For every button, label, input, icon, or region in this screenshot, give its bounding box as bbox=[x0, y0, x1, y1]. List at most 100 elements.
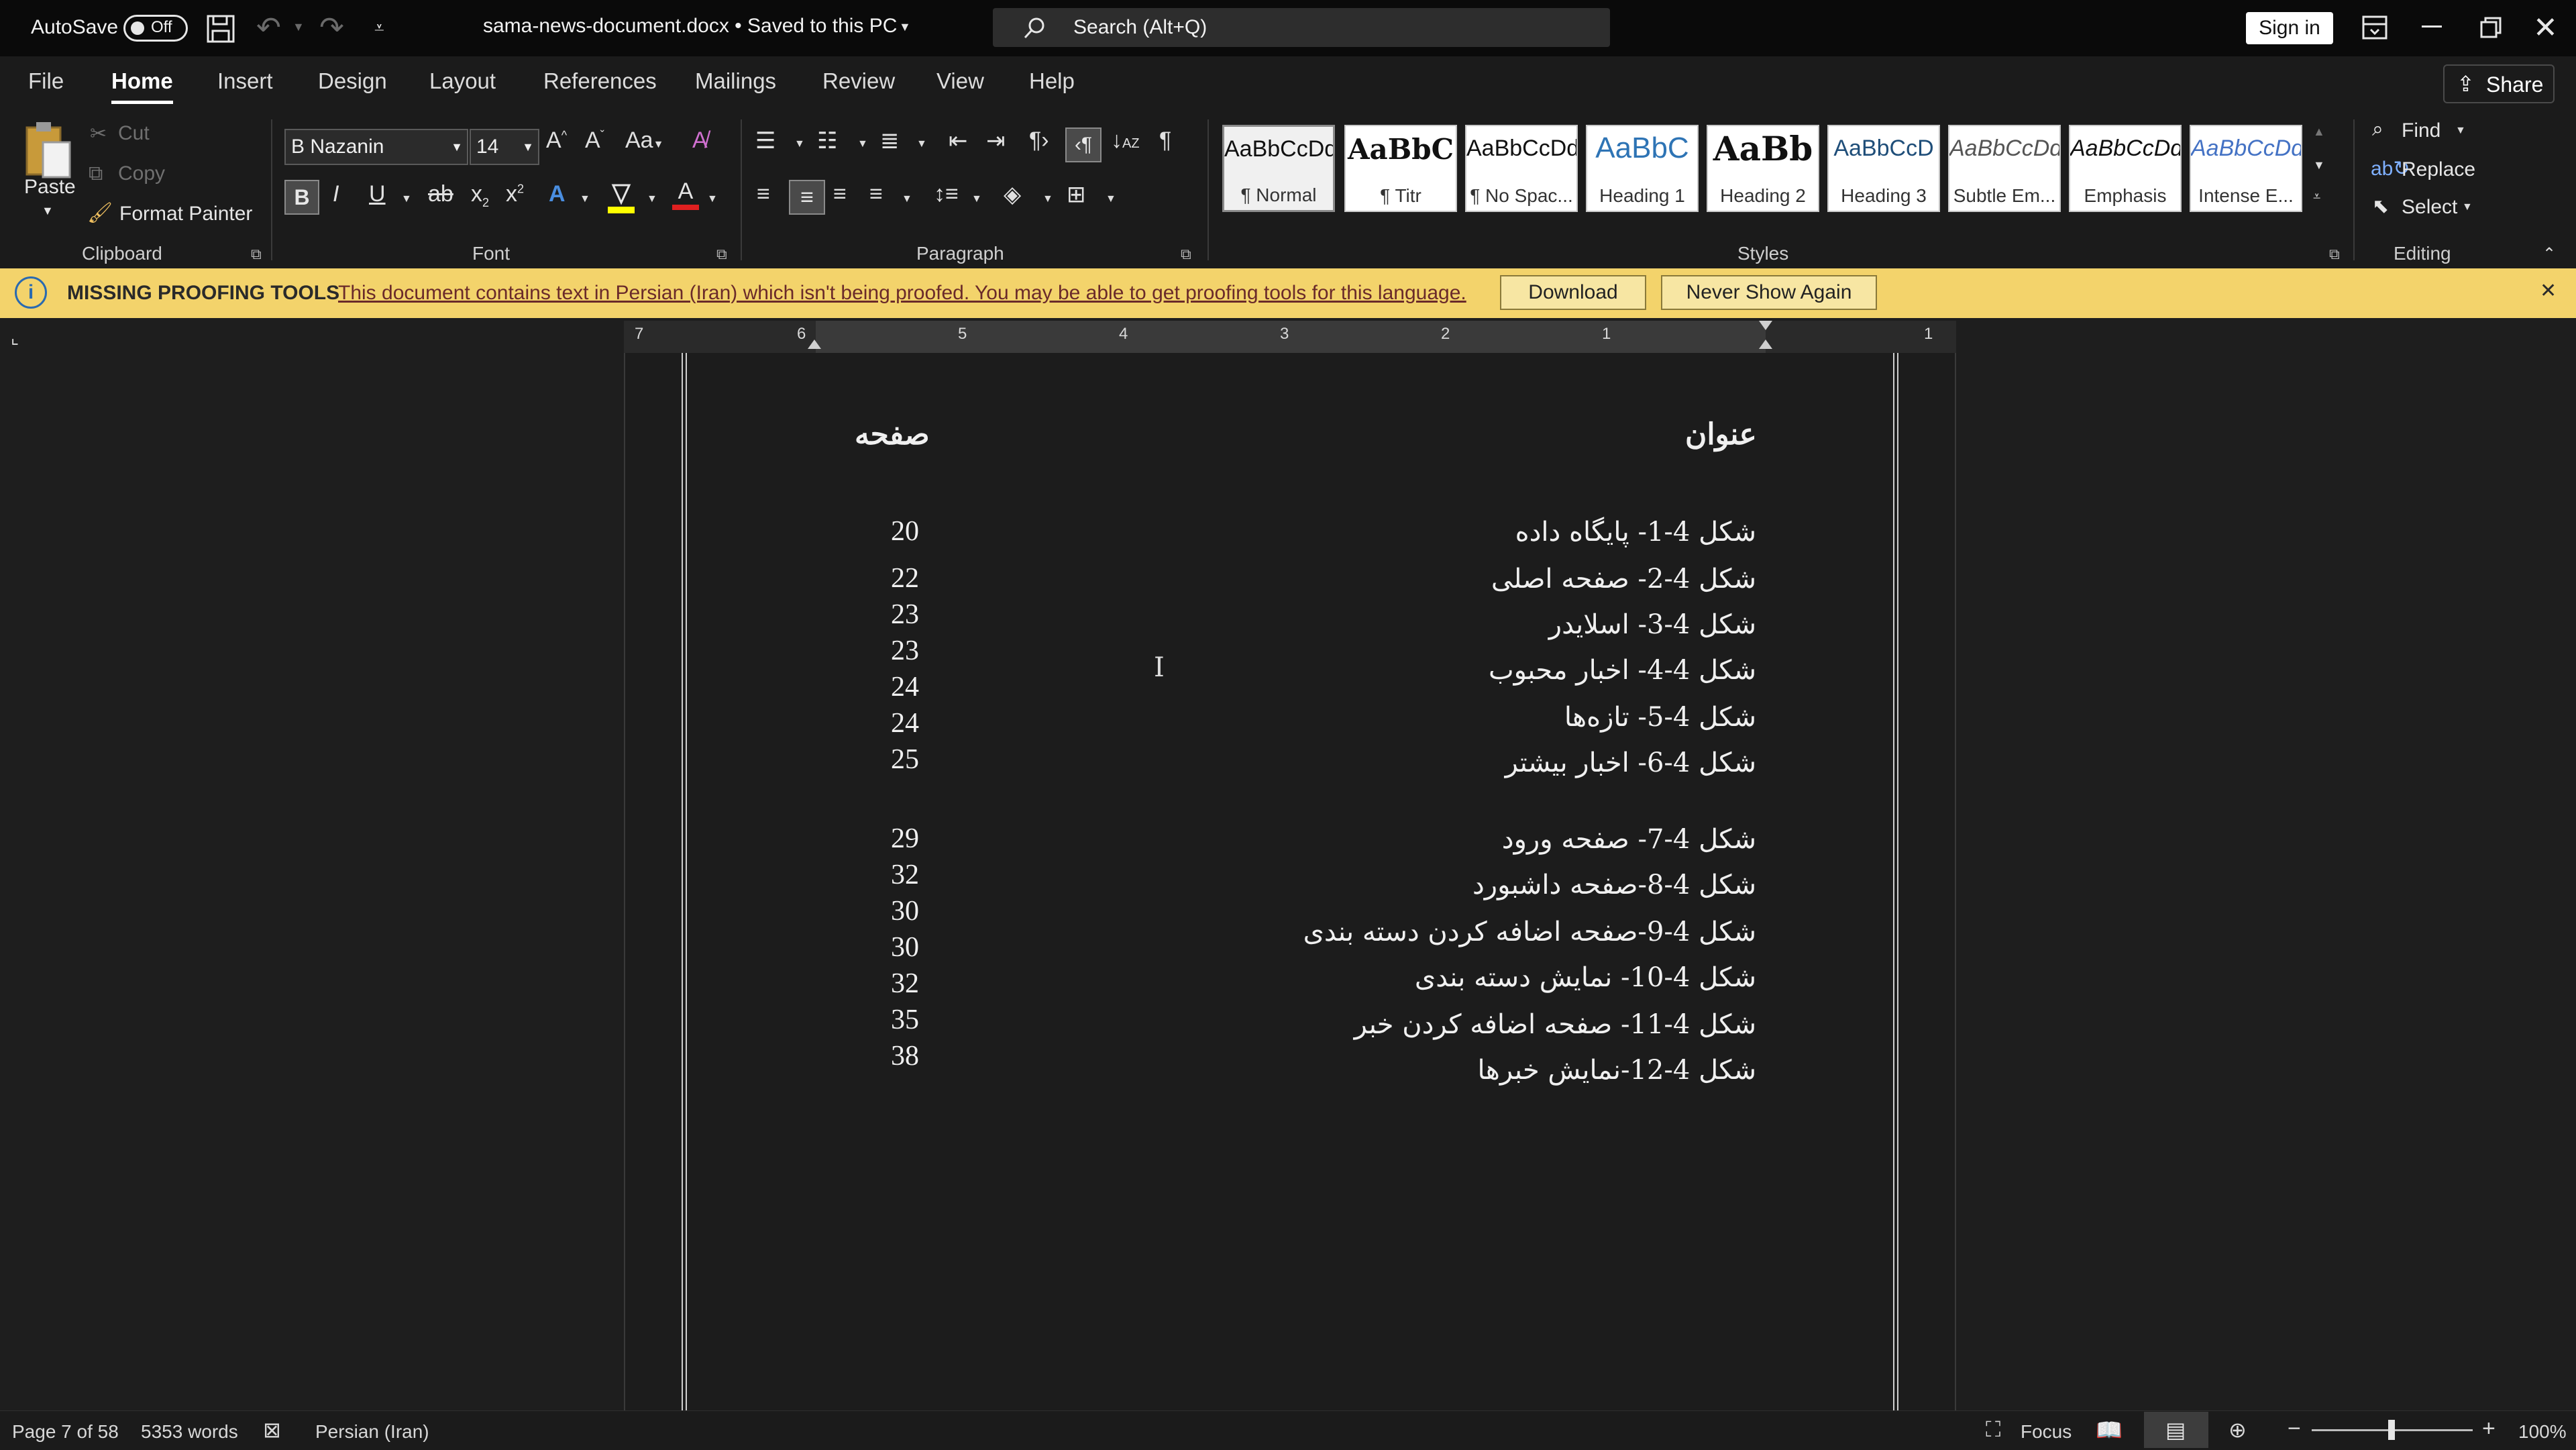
grow-font-icon[interactable]: A^ bbox=[546, 127, 567, 154]
search-box[interactable]: Search (Alt+Q) bbox=[993, 8, 1610, 47]
change-case-icon[interactable]: Aa▼ bbox=[625, 127, 663, 154]
page-count[interactable]: Page 7 of 58 bbox=[12, 1421, 119, 1443]
cut-icon[interactable]: ✂ bbox=[90, 122, 107, 146]
select-icon[interactable]: ⬉ bbox=[2372, 195, 2389, 218]
replace-label[interactable]: Replace bbox=[2402, 158, 2475, 181]
tab-help[interactable]: Help bbox=[1029, 68, 1075, 94]
multilevel-list-icon[interactable]: ≣ bbox=[880, 127, 900, 154]
bullets-icon[interactable]: ☰ bbox=[755, 127, 775, 154]
document-title[interactable]: sama-news-document.docx • Saved to this … bbox=[483, 15, 897, 38]
tab-file[interactable]: File bbox=[28, 68, 64, 94]
increase-indent-icon[interactable]: ⇥ bbox=[986, 127, 1006, 154]
style-heading-2[interactable]: AaBb Heading 2 bbox=[1707, 125, 1819, 212]
format-painter-icon[interactable]: 🖌 bbox=[87, 201, 113, 225]
text-effects-dropdown-icon[interactable]: ▼ bbox=[580, 193, 590, 205]
document-page[interactable] bbox=[624, 353, 1956, 1410]
style-heading-3[interactable]: AaBbCcD Heading 3 bbox=[1827, 125, 1940, 212]
tab-insert[interactable]: Insert bbox=[217, 68, 273, 94]
undo-icon[interactable]: ↶ bbox=[256, 11, 281, 45]
font-size-dropdown[interactable]: 14 ▼ bbox=[470, 129, 539, 165]
strikethrough-button[interactable]: ab bbox=[428, 181, 453, 207]
find-label[interactable]: Find bbox=[2402, 119, 2440, 142]
show-formatting-marks-icon[interactable]: ¶ bbox=[1159, 127, 1171, 154]
style-normal[interactable]: AaBbCcDd ¶ Normal bbox=[1222, 125, 1335, 212]
justify-icon[interactable]: ≡ bbox=[869, 181, 883, 207]
redo-icon[interactable]: ↷ bbox=[319, 11, 344, 45]
web-layout-icon[interactable]: ⊕ bbox=[2229, 1417, 2247, 1443]
font-launcher-icon[interactable]: ⧉ bbox=[716, 246, 727, 263]
rtl-button[interactable]: ‹¶ bbox=[1065, 127, 1102, 162]
text-effects-icon[interactable]: A bbox=[549, 181, 566, 207]
zoom-slider-thumb[interactable] bbox=[2388, 1420, 2395, 1440]
align-center-button[interactable]: ≡ bbox=[789, 180, 825, 215]
cut-label[interactable]: Cut bbox=[118, 122, 150, 145]
minimize-icon[interactable] bbox=[2422, 25, 2442, 28]
align-right-icon[interactable]: ≡ bbox=[833, 181, 847, 207]
find-icon[interactable]: ⌕ bbox=[2372, 118, 2383, 141]
highlight-icon[interactable] bbox=[606, 180, 636, 218]
tab-references[interactable]: References bbox=[543, 68, 657, 94]
paragraph-launcher-icon[interactable]: ⧉ bbox=[1181, 246, 1191, 263]
select-label[interactable]: Select bbox=[2402, 196, 2457, 219]
font-color-icon[interactable]: A bbox=[671, 178, 700, 210]
style-heading-1[interactable]: AaBbC Heading 1 bbox=[1586, 125, 1699, 212]
borders-dropdown-icon[interactable]: ▼ bbox=[1106, 193, 1116, 205]
styles-more-icon[interactable]: ⩡ bbox=[2313, 189, 2320, 205]
shrink-font-icon[interactable]: Aˇ bbox=[585, 127, 604, 154]
sort-icon[interactable]: ↓AZ bbox=[1111, 127, 1140, 154]
tab-layout[interactable]: Layout bbox=[429, 68, 496, 94]
focus-label[interactable]: Focus bbox=[2021, 1421, 2072, 1443]
styles-launcher-icon[interactable]: ⧉ bbox=[2329, 246, 2340, 263]
multilevel-dropdown-icon[interactable]: ▼ bbox=[916, 138, 927, 150]
zoom-level[interactable]: 100% bbox=[2518, 1421, 2567, 1443]
first-line-indent-marker[interactable] bbox=[1759, 321, 1772, 330]
style-emphasis[interactable]: AaBbCcDd Emphasis bbox=[2069, 125, 2182, 212]
style-intense-emphasis[interactable]: AaBbCcDd Intense E... bbox=[2190, 125, 2302, 212]
proofing-icon[interactable]: ⊠ bbox=[263, 1417, 281, 1443]
copy-label[interactable]: Copy bbox=[118, 162, 165, 185]
share-button[interactable]: ⇪ Share bbox=[2443, 64, 2555, 103]
paste-dropdown-icon[interactable]: ▼ bbox=[42, 204, 54, 218]
styles-scroll-up-icon[interactable]: ▲ bbox=[2313, 125, 2325, 139]
restore-icon[interactable] bbox=[2479, 16, 2502, 42]
tab-home[interactable]: Home bbox=[111, 68, 173, 94]
never-show-again-button[interactable]: Never Show Again bbox=[1661, 275, 1877, 310]
align-left-icon[interactable]: ≡ bbox=[757, 181, 770, 207]
bold-button[interactable]: B bbox=[284, 180, 319, 215]
font-color-dropdown-icon[interactable]: ▼ bbox=[707, 193, 718, 205]
paste-label[interactable]: Paste bbox=[24, 176, 76, 199]
numbering-dropdown-icon[interactable]: ▼ bbox=[857, 138, 868, 150]
autosave-toggle[interactable]: Off bbox=[123, 15, 188, 42]
info-message-link[interactable]: This document contains text in Persian (… bbox=[338, 282, 1466, 305]
find-dropdown-icon[interactable]: ▼ bbox=[2455, 125, 2466, 137]
undo-dropdown-icon[interactable]: ▼ bbox=[292, 20, 305, 34]
zoom-in-icon[interactable]: + bbox=[2482, 1416, 2496, 1442]
clipboard-launcher-icon[interactable]: ⧉ bbox=[251, 246, 262, 263]
left-indent-marker[interactable] bbox=[808, 340, 821, 349]
line-spacing-dropdown-icon[interactable]: ▼ bbox=[971, 193, 982, 205]
font-name-dropdown[interactable]: B Nazanin ▼ bbox=[284, 129, 468, 165]
save-icon[interactable] bbox=[205, 13, 236, 48]
shading-dropdown-icon[interactable]: ▼ bbox=[1042, 193, 1053, 205]
zoom-out-icon[interactable]: − bbox=[2288, 1416, 2301, 1442]
underline-button[interactable]: U bbox=[369, 181, 386, 207]
read-mode-icon[interactable]: 📖 bbox=[2096, 1417, 2123, 1443]
customize-toolbar-icon[interactable]: ⩡ bbox=[374, 17, 384, 39]
style-subtle-emphasis[interactable]: AaBbCcDd Subtle Em... bbox=[1948, 125, 2061, 212]
shading-icon[interactable]: ◈ bbox=[1004, 181, 1021, 208]
styles-scroll-down-icon[interactable]: ▼ bbox=[2313, 158, 2325, 172]
tab-view[interactable]: View bbox=[936, 68, 984, 94]
highlight-dropdown-icon[interactable]: ▼ bbox=[647, 193, 657, 205]
underline-dropdown-icon[interactable]: ▼ bbox=[401, 193, 412, 205]
italic-button[interactable]: I bbox=[333, 181, 339, 207]
select-dropdown-icon[interactable]: ▼ bbox=[2462, 201, 2473, 213]
superscript-button[interactable]: x2 bbox=[506, 181, 524, 207]
tab-review[interactable]: Review bbox=[822, 68, 895, 94]
tab-mailings[interactable]: Mailings bbox=[695, 68, 776, 94]
format-painter-label[interactable]: Format Painter bbox=[119, 203, 252, 225]
close-window-icon[interactable]: ✕ bbox=[2533, 11, 2558, 45]
subscript-button[interactable]: x2 bbox=[471, 181, 489, 210]
right-indent-marker[interactable] bbox=[1759, 340, 1772, 349]
print-layout-button[interactable]: ▤ bbox=[2144, 1412, 2208, 1448]
bullets-dropdown-icon[interactable]: ▼ bbox=[794, 138, 805, 150]
